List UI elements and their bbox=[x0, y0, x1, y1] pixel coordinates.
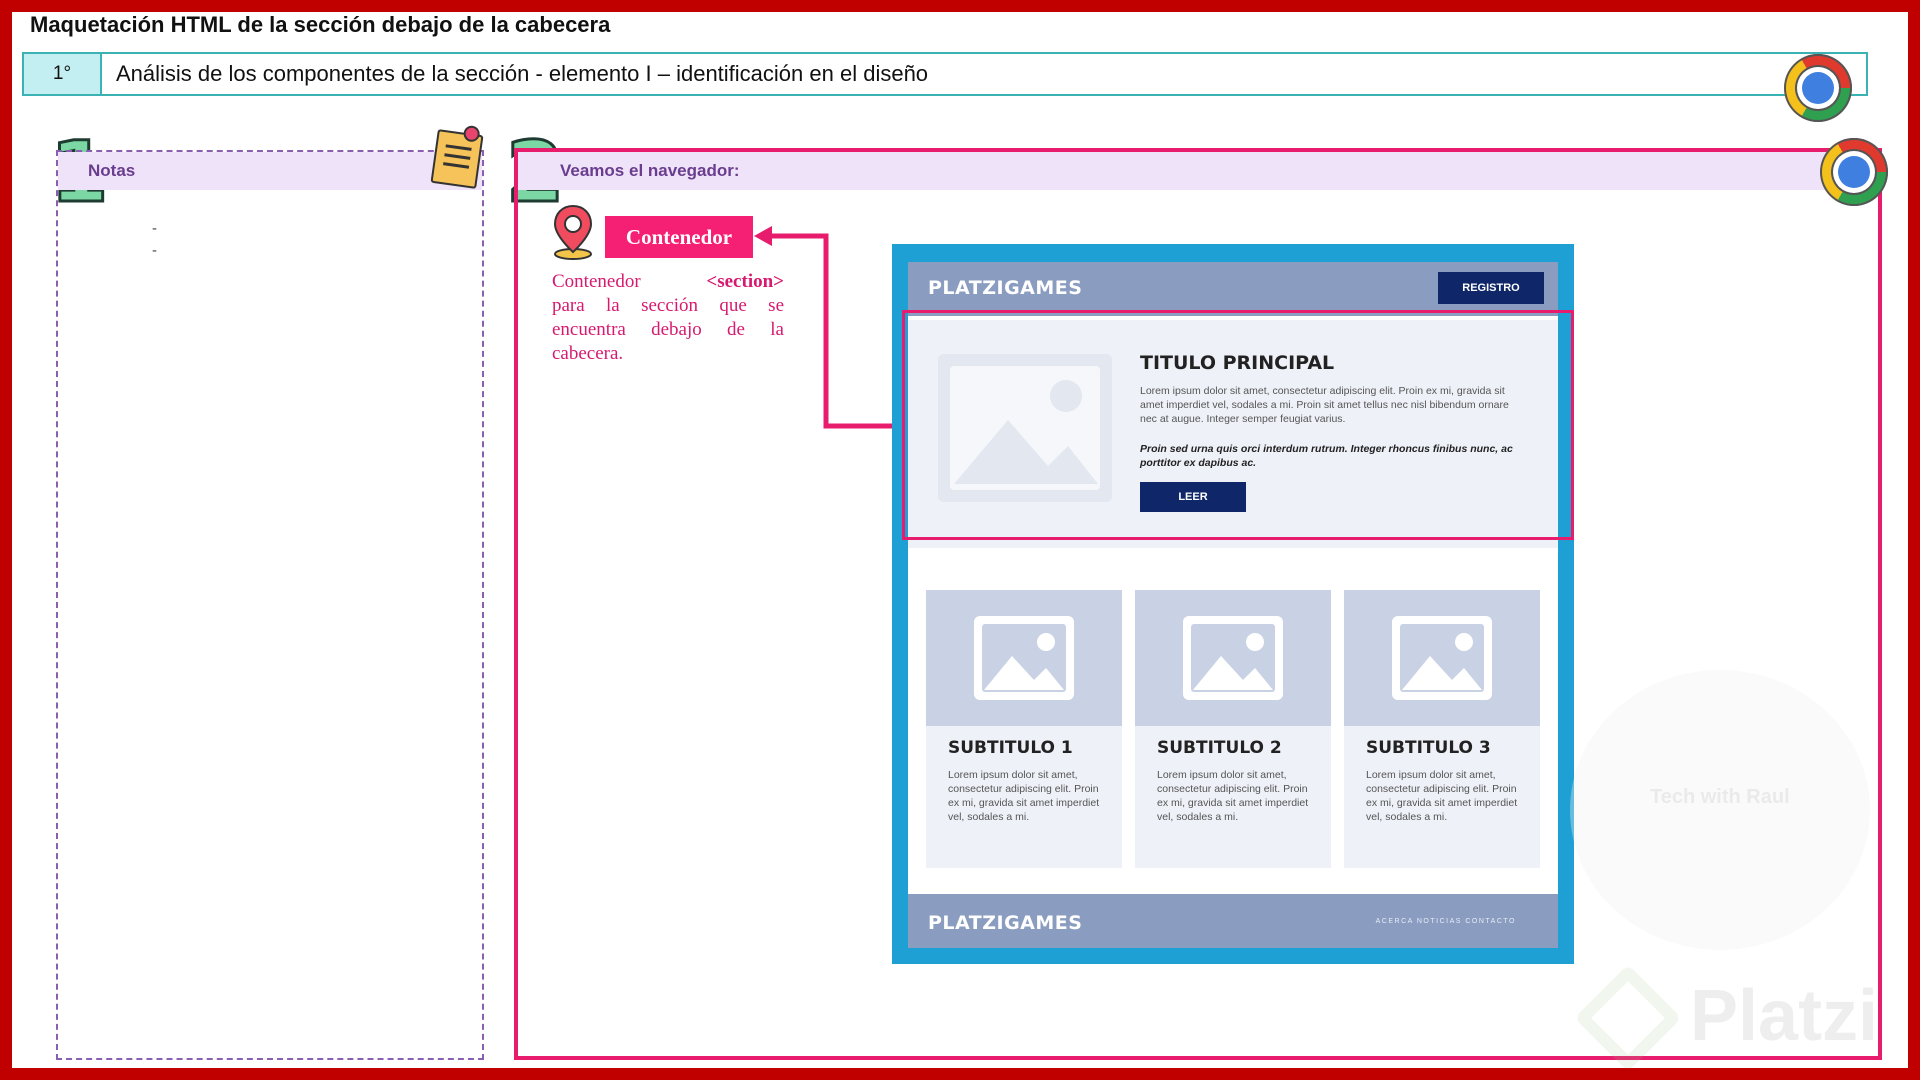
card-title: SUBTITULO 1 bbox=[948, 738, 1073, 758]
register-button[interactable]: REGISTRO bbox=[1438, 272, 1544, 304]
footer-logo: PLATZIGAMES bbox=[928, 912, 1083, 934]
card-text: Lorem ipsum dolor sit amet, consectetur … bbox=[1366, 769, 1518, 823]
card-text: Lorem ipsum dolor sit amet, consectetur … bbox=[948, 769, 1100, 823]
image-placeholder-icon bbox=[974, 616, 1074, 700]
mockup-header: PLATZIGAMES REGISTRO bbox=[908, 262, 1558, 316]
card-title: SUBTITULO 3 bbox=[1366, 738, 1491, 758]
mockup-logo: PLATZIGAMES bbox=[928, 277, 1083, 299]
watermark-text: Tech with Raul bbox=[1650, 786, 1790, 808]
card: SUBTITULO 3 Lorem ipsum dolor sit amet, … bbox=[1344, 590, 1540, 868]
platzi-watermark: Platzi bbox=[1690, 976, 1879, 1056]
image-placeholder-icon bbox=[1183, 616, 1283, 700]
card-title: SUBTITULO 2 bbox=[1157, 738, 1282, 758]
watermark-logo bbox=[1570, 670, 1870, 950]
mockup-footer: PLATZIGAMES ACERCA NOTICIAS CONTACTO bbox=[908, 894, 1558, 948]
image-placeholder-icon bbox=[1392, 616, 1492, 700]
card: SUBTITULO 2 Lorem ipsum dolor sit amet, … bbox=[1135, 590, 1331, 868]
card: SUBTITULO 1 Lorem ipsum dolor sit amet, … bbox=[926, 590, 1122, 868]
card-text: Lorem ipsum dolor sit amet, consectetur … bbox=[1157, 769, 1309, 823]
section-highlight-box bbox=[902, 310, 1574, 540]
footer-links[interactable]: ACERCA NOTICIAS CONTACTO bbox=[1376, 918, 1516, 925]
